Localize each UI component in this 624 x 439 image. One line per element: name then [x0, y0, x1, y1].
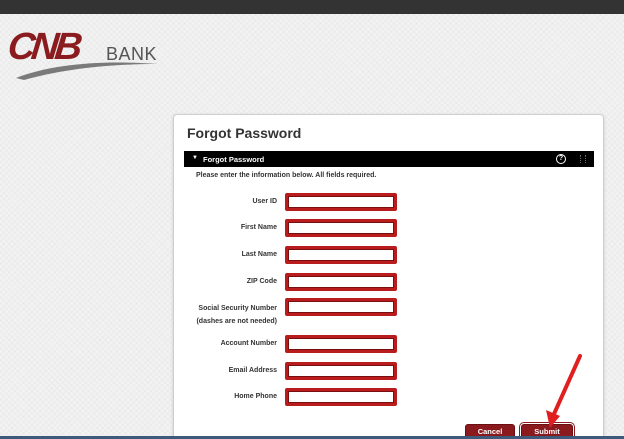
- ssn-label: Social Security Number: [198, 305, 277, 312]
- ssn-input[interactable]: [285, 298, 397, 316]
- account-number-label: Account Number: [220, 340, 277, 347]
- zip-code-input[interactable]: [285, 273, 397, 291]
- email-address-label: Email Address: [228, 367, 277, 374]
- top-bar: [0, 0, 624, 14]
- user-id-label: User ID: [252, 198, 277, 205]
- home-phone-label: Home Phone: [234, 393, 277, 400]
- logo-swoosh-icon: [16, 62, 158, 80]
- home-phone-input[interactable]: [285, 388, 397, 406]
- email-address-input[interactable]: [285, 362, 397, 380]
- help-icon[interactable]: ?: [556, 154, 566, 164]
- caret-down-icon[interactable]: ▼: [192, 155, 198, 161]
- zip-code-label: ZIP Code: [246, 278, 277, 285]
- user-id-input[interactable]: [285, 193, 397, 211]
- last-name-label: Last Name: [241, 251, 277, 258]
- last-name-input[interactable]: [285, 246, 397, 264]
- instructions-text: Please enter the information below. All …: [196, 172, 377, 179]
- section-title: Forgot Password: [203, 155, 265, 164]
- grip-icon: [580, 155, 586, 163]
- first-name-label: First Name: [240, 224, 277, 231]
- forgot-password-card: Forgot Password ▼ Forgot Password ? Plea…: [173, 114, 604, 439]
- section-header[interactable]: ▼ Forgot Password ?: [184, 151, 594, 167]
- ssn-sublabel: (dashes are not needed): [196, 318, 277, 325]
- page-title: Forgot Password: [187, 125, 302, 141]
- account-number-input[interactable]: [285, 335, 397, 353]
- first-name-input[interactable]: [285, 219, 397, 237]
